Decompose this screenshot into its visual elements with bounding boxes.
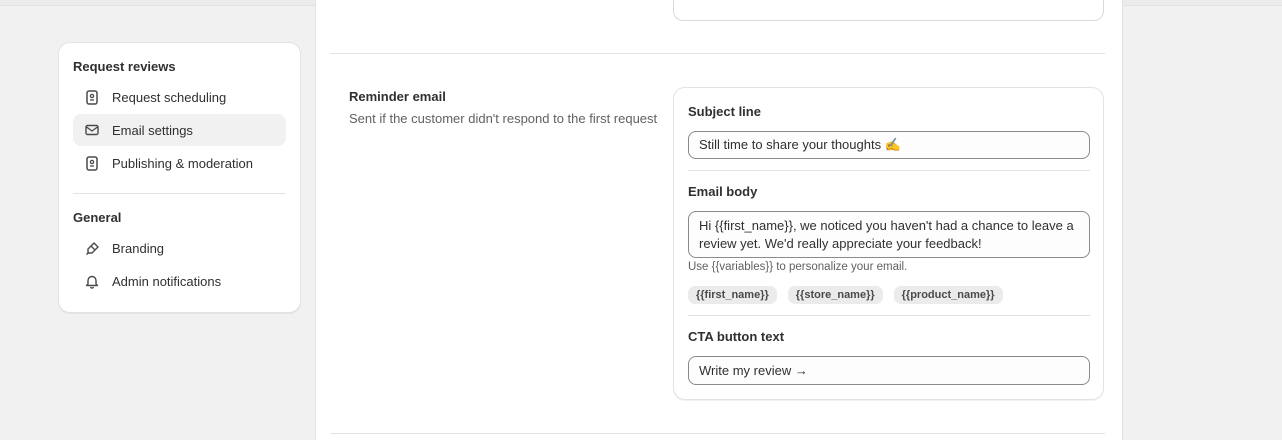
bell-icon — [83, 272, 101, 290]
cta-button-text-input[interactable]: Write my review → — [688, 356, 1090, 385]
sidebar-item-label: Branding — [112, 240, 165, 256]
previous-card — [673, 0, 1104, 21]
email-body-label: Email body — [688, 184, 758, 199]
section-divider — [330, 53, 1105, 54]
variable-chips: {{first_name}} {{store_name}} {{product_… — [688, 286, 1003, 304]
receipt-icon — [83, 154, 101, 172]
sidebar-item-label: Admin notifications — [112, 273, 222, 289]
sidebar-item-label: Email settings — [112, 122, 193, 138]
variables-help-text: Use {{variables}} to personalize your em… — [688, 261, 908, 273]
sidebar-item-publishing-moderation[interactable]: Publishing & moderation — [73, 147, 286, 179]
sidebar-item-label: Request scheduling — [112, 89, 227, 105]
subject-line-label: Subject line — [688, 104, 761, 119]
variable-chip-first-name[interactable]: {{first_name}} — [688, 286, 777, 304]
sidebar-item-admin-notifications[interactable]: Admin notifications — [73, 265, 286, 297]
sidebar-item-branding[interactable]: Branding — [73, 232, 286, 264]
variable-chip-product-name[interactable]: {{product_name}} — [893, 286, 1003, 304]
main-panel: Reminder email Sent if the customer didn… — [315, 0, 1123, 440]
request-reviews-heading: Request reviews — [73, 59, 176, 74]
variable-chip-store-name[interactable]: {{store_name}} — [787, 286, 883, 304]
sidebar-item-label: Publishing & moderation — [112, 155, 253, 171]
receipt-icon — [83, 88, 101, 106]
mail-icon — [83, 121, 101, 139]
card-divider — [688, 170, 1090, 171]
reminder-email-card: Subject line Still time to share your th… — [673, 87, 1104, 400]
sidebar-item-request-scheduling[interactable]: Request scheduling — [73, 81, 286, 113]
paint-brush-icon — [83, 239, 101, 257]
email-body-textarea[interactable]: Hi {{first_name}}, we noticed you haven'… — [688, 211, 1090, 258]
sidebar-divider — [73, 193, 286, 194]
section-divider — [330, 433, 1105, 434]
cta-button-text-label: CTA button text — [688, 329, 785, 344]
section-title: Reminder email — [349, 89, 446, 104]
general-heading: General — [73, 210, 122, 225]
section-description: Sent if the customer didn't respond to t… — [349, 111, 658, 126]
sidebar-item-email-settings[interactable]: Email settings — [73, 114, 286, 146]
card-divider — [688, 315, 1090, 316]
subject-line-input[interactable]: Still time to share your thoughts ✍️ — [688, 131, 1090, 159]
settings-sidebar: Request reviews Request scheduling Email… — [58, 42, 301, 313]
